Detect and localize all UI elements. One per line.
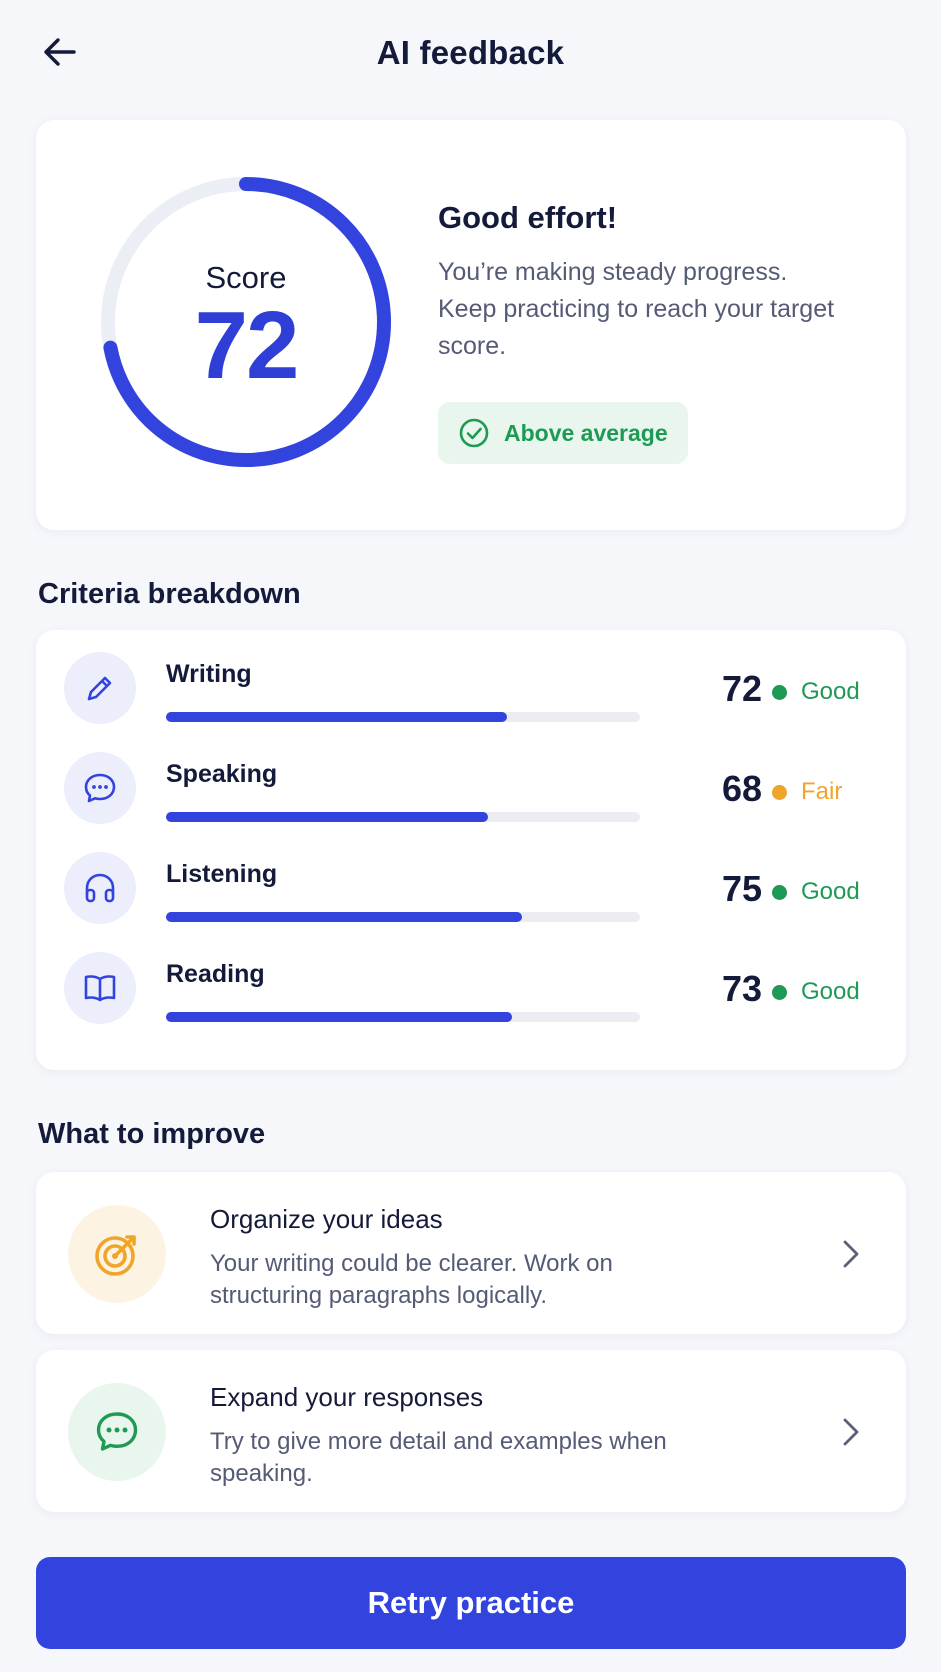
- pencil-icon: [64, 652, 136, 724]
- retry-practice-button[interactable]: Retry practice: [36, 1557, 906, 1649]
- improve-text: Try to give more detail and examples whe…: [210, 1428, 667, 1487]
- improve-item-expand[interactable]: Expand your responses Try to give more d…: [36, 1350, 906, 1512]
- criteria-progress-fill: [166, 712, 508, 722]
- criteria-score: 72: [721, 668, 762, 709]
- criteria-score: 73: [721, 968, 762, 1009]
- improve-title: Expand your responses: [210, 1382, 484, 1412]
- criteria-name: Listening: [166, 860, 278, 888]
- score-card: Score 72 Good effort! You’re making stea…: [36, 120, 906, 530]
- status-dot: [772, 684, 787, 700]
- chevron-right-icon: [836, 1234, 866, 1274]
- status-label: Fair: [801, 778, 843, 805]
- criteria-progress-fill: [166, 912, 522, 922]
- above-average-badge: Above average: [438, 402, 688, 464]
- badge-label: Above average: [504, 419, 668, 446]
- criteria-progress-fill: [166, 812, 489, 822]
- chat-dots-icon: [68, 1383, 166, 1481]
- criteria-progress-track: [166, 712, 640, 722]
- criteria-status: Good: [772, 878, 860, 906]
- criteria-name: Writing: [166, 660, 252, 688]
- criteria-score: 75: [721, 868, 762, 909]
- status-dot: [772, 984, 787, 1000]
- status-dot: [772, 784, 787, 800]
- improve-text: Your writing could be clearer. Work on s…: [210, 1250, 613, 1309]
- book-open-icon: [64, 952, 136, 1024]
- criteria-card: Writing 72 Good Speaking 68 Fair Listeni…: [36, 630, 906, 1070]
- criteria-name: Speaking: [166, 760, 278, 788]
- criteria-section-title: Criteria breakdown: [38, 578, 301, 610]
- criteria-row-speaking[interactable]: Speaking 68 Fair: [36, 730, 906, 830]
- page-title: AI feedback: [376, 34, 565, 71]
- score-heading: Good effort!: [438, 200, 618, 235]
- criteria-row-writing[interactable]: Writing 72 Good: [36, 630, 906, 730]
- criteria-progress-track: [166, 912, 640, 922]
- criteria-row-listening[interactable]: Listening 75 Good: [36, 830, 906, 930]
- criteria-progress-track: [166, 1012, 640, 1022]
- status-label: Good: [801, 978, 860, 1005]
- status-label: Good: [801, 878, 860, 905]
- criteria-score: 68: [721, 768, 762, 809]
- improve-item-organize[interactable]: Organize your ideas Your writing could b…: [36, 1172, 906, 1334]
- status-label: Good: [801, 678, 860, 705]
- criteria-status: Good: [772, 978, 860, 1006]
- criteria-name: Reading: [166, 960, 265, 988]
- chat-bubble-icon: [64, 752, 136, 824]
- chevron-right-icon: [836, 1412, 866, 1452]
- criteria-row-reading[interactable]: Reading 73 Good: [36, 930, 906, 1030]
- improve-section-title: What to improve: [38, 1118, 266, 1150]
- score-message: You’re making steady progress. Keep prac…: [438, 258, 835, 360]
- score-label: Score: [205, 260, 287, 295]
- header: AI feedback: [0, 0, 941, 110]
- criteria-progress-fill: [166, 1012, 513, 1022]
- criteria-progress-track: [166, 812, 640, 822]
- criteria-status: Fair: [772, 778, 842, 806]
- criteria-status: Good: [772, 678, 860, 706]
- check-circle-icon: [459, 418, 489, 448]
- score-value: 72: [194, 292, 300, 399]
- status-dot: [772, 884, 787, 900]
- target-icon: [68, 1205, 166, 1303]
- improve-title: Organize your ideas: [210, 1204, 443, 1234]
- ai-feedback-screen: AI feedback Score 72 Good effort! You’re…: [0, 0, 941, 1672]
- headphones-icon: [64, 852, 136, 924]
